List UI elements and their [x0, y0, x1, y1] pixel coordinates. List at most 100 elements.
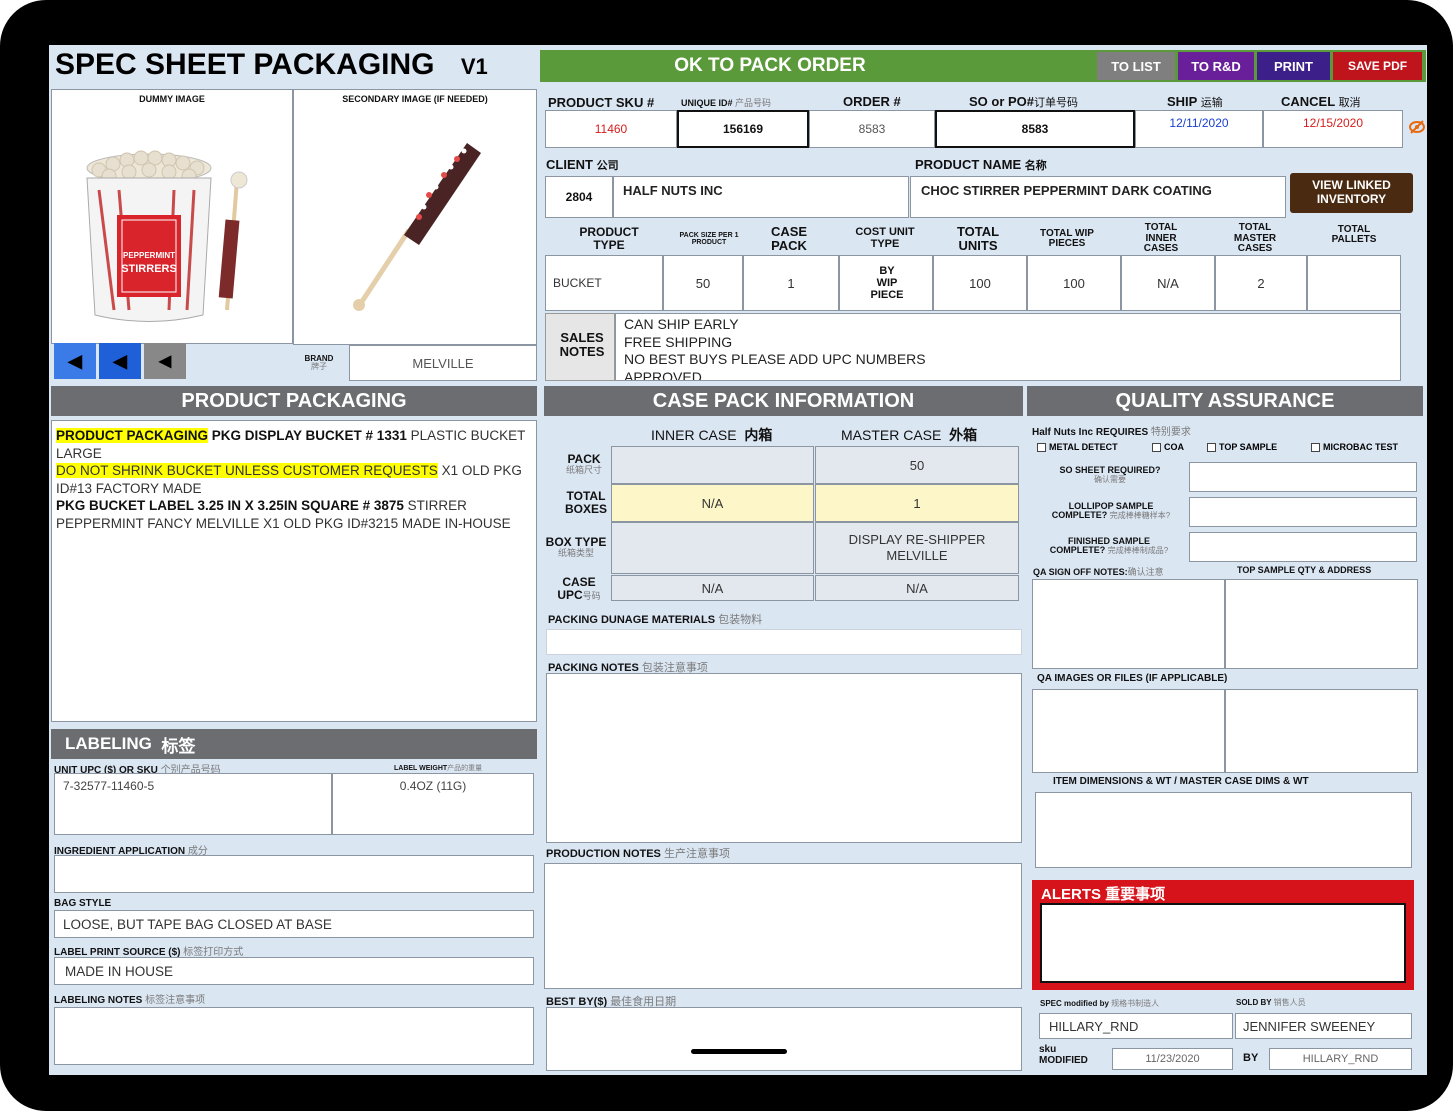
cost-unit-type-value: BY WIP PIECE [870, 264, 904, 302]
labeling-notes-field[interactable] [54, 1007, 534, 1065]
total-units-value: 100 [969, 275, 991, 291]
ship-date-value: 12/11/2020 [1169, 116, 1229, 130]
alerts-field[interactable] [1040, 903, 1406, 983]
prev-image-button-2[interactable]: ◀ [99, 343, 141, 379]
sku-modified-date-value: 11/23/2020 [1145, 1053, 1200, 1065]
labeling-header-text: LABELING [65, 734, 152, 753]
qa-image-slot-1[interactable] [1032, 689, 1225, 773]
pack-master-value: 50 [909, 457, 925, 473]
cancel-header-text: CANCEL [1281, 94, 1335, 109]
qa-signoff-field[interactable] [1032, 579, 1225, 669]
ship-header-text: SHIP [1167, 94, 1198, 109]
sold-by-label-text: SOLD BY [1236, 998, 1272, 1007]
dunnage-label: PACKING DUNAGE MATERIALS 包装物料 [548, 611, 762, 627]
total-master-value: 2 [1257, 275, 1265, 291]
microbac-test-checkbox[interactable]: MICROBAC TEST [1311, 442, 1398, 452]
master-case-label: MASTER CASE 外箱 [841, 425, 977, 445]
packing-notes-field[interactable] [546, 673, 1022, 843]
total-boxes-master-value: 1 [913, 495, 921, 511]
unit-upc-value: 7-32577-11460-5 [63, 779, 155, 793]
pack-size-header: PACK SIZE PER 1 PRODUCT [679, 231, 739, 246]
product-sku-value: 11460 [594, 122, 628, 136]
bag-style-value: LOOSE, BUT TAPE BAG CLOSED AT BASE [63, 916, 332, 932]
item-dimensions-field[interactable] [1035, 792, 1412, 868]
labeling-notes-label-cn: 标签注意事项 [145, 995, 206, 1006]
label-weight-label-text: LABEL WEIGHT [394, 765, 448, 772]
lollipop-field[interactable] [1189, 497, 1417, 527]
view-linked-inventory-button[interactable]: VIEW LINKED INVENTORY [1290, 173, 1413, 213]
labeling-notes-label: LABELING NOTES 标签注意事项 [54, 991, 205, 1006]
finished-sample-label-cn: 完成棒棒制成品? [1107, 546, 1169, 555]
item-dimensions-label: ITEM DIMENSIONS & WT / MASTER CASE DIMS … [1053, 776, 1309, 787]
sold-by-value: JENNIFER SWEENEY [1243, 1018, 1376, 1034]
top-sample-checkbox[interactable]: TOP SAMPLE [1207, 442, 1277, 452]
lollipop-label: LOLLIPOP SAMPLE COMPLETE? 完成棒棒糖样本? [1033, 497, 1189, 525]
case-upc-inner-value: N/A [701, 580, 724, 596]
dunnage-field[interactable] [546, 629, 1022, 655]
alerts-label: ALERTS 重要事项 [1041, 883, 1165, 904]
view-inventory-line1: VIEW LINKED [1312, 178, 1391, 193]
lollipop-label-2: COMPLETE? [1051, 510, 1108, 520]
dunnage-label-cn: 包装物料 [718, 614, 763, 626]
product-name-value: CHOC STIRRER PEPPERMINT DARK COATING [921, 182, 1212, 198]
to-list-button[interactable]: TO LIST [1097, 52, 1175, 80]
best-by-field[interactable] [546, 1007, 1022, 1071]
metal-detect-checkbox[interactable]: METAL DETECT [1037, 442, 1118, 452]
qa-image-slot-2[interactable] [1225, 689, 1418, 773]
packaging-highlight-2: DO NOT SHRINK BUCKET UNLESS CUSTOMER REQ… [56, 463, 438, 478]
qa-signoff-label-text: QA SIGN OFF NOTES: [1033, 567, 1128, 577]
product-packaging-text: PRODUCT PACKAGING PKG DISPLAY BUCKET # 1… [56, 427, 532, 532]
dunnage-label-text: PACKING DUNAGE MATERIALS [548, 614, 716, 626]
packaging-bold-1: PKG DISPLAY BUCKET # 1331 [208, 428, 411, 443]
qa-signoff-label-cn: 确认注意 [1127, 567, 1164, 577]
total-boxes-inner-value: N/A [701, 495, 724, 511]
spec-modified-by-label-text: SPEC modified by [1040, 999, 1109, 1008]
so-po-header-cn: 订单号码 [1034, 97, 1079, 109]
cancel-date-value: 12/15/2020 [1302, 116, 1364, 130]
brand-label: BRAND 牌子 [299, 355, 339, 371]
ingredient-field[interactable] [54, 855, 534, 893]
modified-label: MODIFIED [1039, 1054, 1088, 1066]
coa-label: COA [1164, 442, 1184, 452]
pack-row-label-cn: 纸箱尺寸 [565, 464, 602, 475]
print-button[interactable]: PRINT [1257, 52, 1330, 80]
sales-note-line: CAN SHIP EARLY [624, 316, 739, 332]
case-upc-row-label-upc: UPC [557, 588, 583, 602]
label-weight-label: LABEL WEIGHT产品的重量 [394, 763, 482, 773]
ship-header-cn: 运输 [1200, 97, 1223, 109]
client-code-value: 2804 [565, 190, 593, 204]
product-sku-header: PRODUCT SKU # [548, 95, 655, 110]
triangle-left-icon-3: ◀ [158, 353, 172, 370]
so-sheet-label-cn: 确认需要 [1094, 474, 1126, 484]
labeling-header: LABELING 标签 [51, 729, 537, 759]
bag-style-label: BAG STYLE [54, 898, 112, 909]
label-weight-value: 0.4OZ (11G) [399, 779, 467, 793]
client-name-value: HALF NUTS INC [623, 182, 723, 198]
sold-by-label-cn: 销售人员 [1273, 998, 1306, 1007]
box-type-row-label: BOX TYPE 纸箱类型 [542, 529, 610, 565]
status-banner-text: OK TO PACK ORDER [674, 55, 866, 76]
prev-image-button-3[interactable]: ◀ [144, 343, 186, 379]
packaging-highlight-1: PRODUCT PACKAGING [56, 428, 209, 443]
prev-image-button[interactable]: ◀ [54, 343, 96, 379]
total-pallets-value [1307, 255, 1401, 311]
so-sheet-field[interactable] [1189, 462, 1417, 492]
product-name-label-text: PRODUCT NAME [915, 157, 1022, 172]
product-packaging-header: PRODUCT PACKAGING [51, 386, 537, 416]
lollipop-label-2-line: COMPLETE? 完成棒棒糖样本? [1051, 510, 1170, 520]
top-sample-qty-field[interactable] [1225, 579, 1418, 669]
qa-images-label: QA IMAGES OR FILES (IF APPLICABLE) [1037, 673, 1228, 684]
hide-icon[interactable] [1409, 119, 1425, 135]
save-pdf-button[interactable]: SAVE PDF [1333, 52, 1422, 80]
production-notes-field[interactable] [544, 863, 1022, 989]
svg-text:STIRRERS: STIRRERS [121, 263, 177, 275]
sales-notes-text: CAN SHIP EARLY FREE SHIPPING NO BEST BUY… [624, 316, 1394, 380]
finished-sample-field[interactable] [1189, 532, 1417, 562]
case-upc-master-value: N/A [906, 580, 928, 596]
sales-note-line: APPROVED [624, 368, 702, 381]
qa-requires-label-text: Half Nuts Inc REQUIRES [1032, 427, 1149, 438]
version-text: V1 [460, 54, 488, 79]
coa-checkbox[interactable]: COA [1152, 442, 1184, 452]
finished-sample-label-2-line: COMPLETE? 完成棒棒制成品? [1050, 545, 1169, 555]
to-rnd-button[interactable]: TO R&D [1178, 52, 1254, 80]
